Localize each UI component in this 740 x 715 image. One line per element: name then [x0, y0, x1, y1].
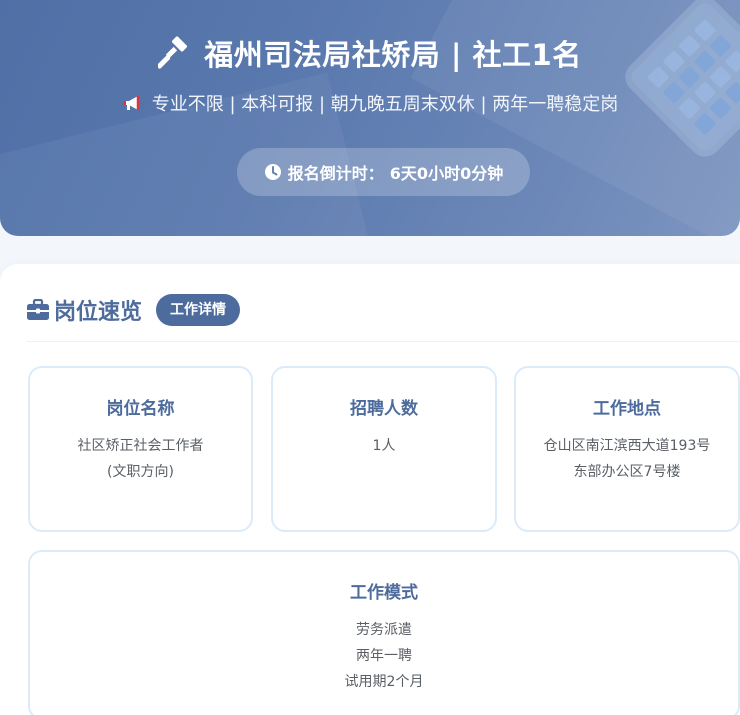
page-title-text: 福州司法局社矫局 | 社工1名 [204, 38, 582, 72]
card-title: 招聘人数 [350, 399, 418, 419]
card-value: 社区矫正社会工作者 [77, 438, 204, 454]
info-card-location: 工作地点 仓山区南江滨西大道193号 东部办公区7号楼 [514, 366, 740, 532]
card-title: 岗位名称 [106, 399, 175, 419]
card-value: 1人 [372, 438, 396, 454]
section-title: 岗位速览 [54, 300, 143, 325]
info-card-position: 岗位名称 社区矫正社会工作者 (文职方向) [28, 366, 253, 532]
section-divider [26, 341, 740, 342]
section-header: 岗位速览 工作详情 [26, 294, 241, 326]
card-value: 两年一聘 [356, 648, 412, 664]
page-title: 福州司法局社矫局 | 社工1名 [0, 32, 740, 74]
registration-countdown: 报名倒计时： 6天0小时0分钟 [237, 148, 530, 196]
job-highlights: 专业不限 | 本科可报 | 朝九晚五周末双休 | 两年一聘稳定岗 [0, 90, 740, 116]
card-value: 劳务派遣 [356, 622, 412, 638]
card-value: 试用期2个月 [344, 674, 424, 690]
card-value: 东部办公区7号楼 [573, 464, 681, 480]
card-title: 工作模式 [350, 583, 418, 603]
countdown-value: 6天0小时0分钟 [389, 164, 504, 183]
clock-icon [264, 163, 282, 181]
hero-banner: 福州司法局社矫局 | 社工1名 专业不限 | 本科可报 | 朝九晚五周末双休 |… [0, 0, 740, 236]
decorative-diamond-graphic [627, 0, 740, 155]
card-title: 工作地点 [593, 399, 661, 419]
info-card-headcount: 招聘人数 1人 [271, 366, 497, 532]
card-value: 仓山区南江滨西大道193号 [543, 438, 711, 454]
job-overview-panel: 岗位速览 工作详情 岗位名称 社区矫正社会工作者 (文职方向) 招聘人数 1人 … [0, 264, 740, 715]
countdown-label: 报名倒计时： [287, 164, 384, 183]
briefcase-icon [26, 298, 50, 321]
megaphone-icon [122, 92, 144, 114]
job-details-badge[interactable]: 工作详情 [156, 294, 241, 326]
job-highlights-text: 专业不限 | 本科可报 | 朝九晚五周末双休 | 两年一聘稳定岗 [151, 94, 619, 115]
gavel-icon [157, 36, 192, 70]
info-card-work-mode: 工作模式 劳务派遣 两年一聘 试用期2个月 [28, 550, 740, 715]
card-value: (文职方向) [107, 464, 174, 480]
